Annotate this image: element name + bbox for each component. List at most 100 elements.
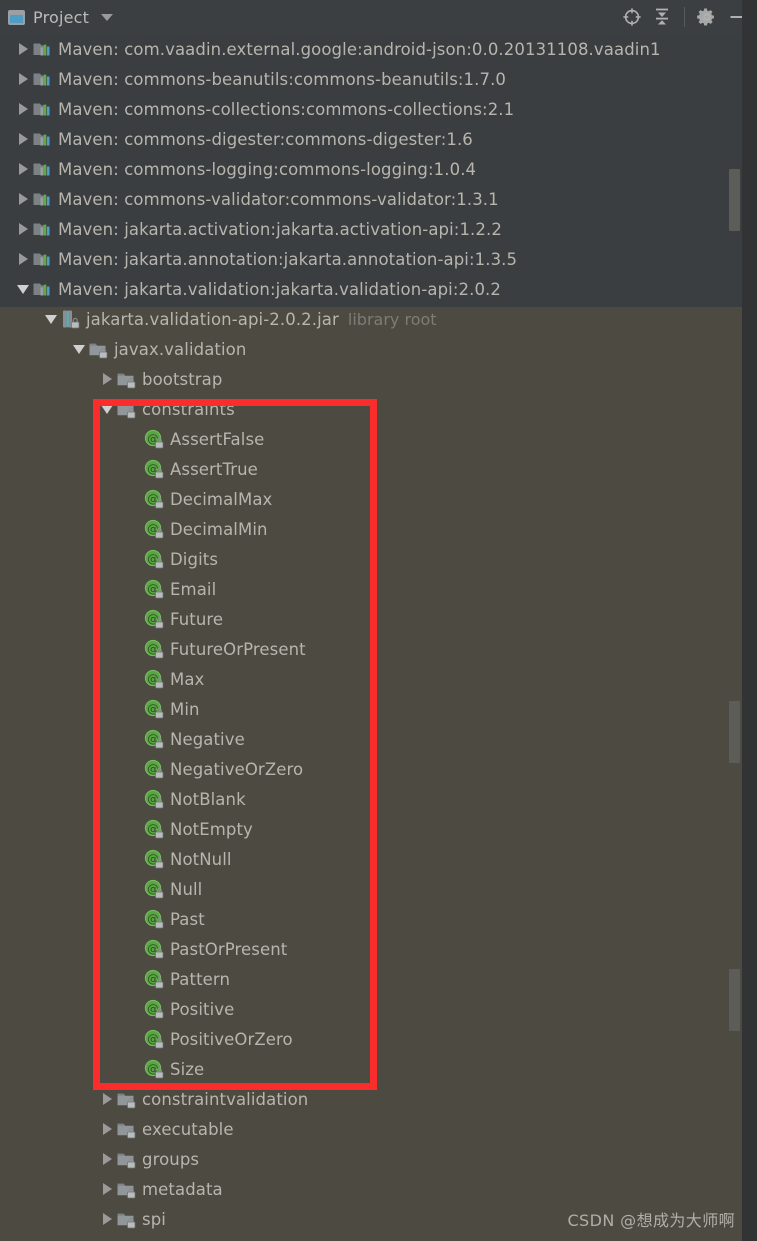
tree-row-label: bootstrap [142,369,223,389]
tree-row[interactable]: @ NegativeOrZero [0,754,742,784]
tree-row-label: Past [170,909,205,929]
tree-row[interactable]: metadata [0,1174,742,1204]
tree-row[interactable]: @ AssertFalse [0,424,742,454]
vertical-scrollbar[interactable] [727,34,742,1241]
chevron-right-icon[interactable] [98,1123,116,1135]
tree-row[interactable]: @ NotBlank [0,784,742,814]
chevron-right-icon[interactable] [14,73,32,85]
tree-row[interactable]: @ NotNull [0,844,742,874]
tree-row[interactable]: @ Negative [0,724,742,754]
tree-row[interactable]: Maven: commons-logging:commons-logging:1… [0,154,742,184]
chevron-right-icon[interactable] [98,1213,116,1225]
tree-row[interactable]: @ PositiveOrZero [0,1024,742,1054]
annotation-class-icon: @ [144,849,164,869]
tree-row[interactable]: constraintvalidation [0,1084,742,1114]
tree-row[interactable]: @ Digits [0,544,742,574]
tree-row[interactable]: @ Pattern [0,964,742,994]
annotation-class-icon: @ [144,579,164,599]
tree-row[interactable]: executable [0,1114,742,1144]
tree-row-label: Maven: jakarta.activation:jakarta.activa… [58,219,502,239]
tree-row[interactable]: Maven: commons-digester:commons-digester… [0,124,742,154]
tree-row[interactable]: bootstrap [0,364,742,394]
tree-row-sublabel: library root [347,309,437,329]
tree-row[interactable]: Maven: commons-validator:commons-validat… [0,184,742,214]
annotation-class-icon: @ [144,459,164,479]
tree-row[interactable]: Maven: commons-beanutils:commons-beanuti… [0,64,742,94]
collapse-all-button[interactable] [648,3,676,31]
scrollbar-thumb[interactable] [729,969,740,1031]
chevron-right-icon[interactable] [14,223,32,235]
annotation-class-icon: @ [144,489,164,509]
tree-row[interactable]: Maven: jakarta.activation:jakarta.activa… [0,214,742,244]
tree-row-label: FutureOrPresent [170,639,306,659]
annotation-class-icon: @ [144,1059,164,1079]
tree-row[interactable]: groups [0,1144,742,1174]
collapse-all-icon [656,8,668,25]
tree-row[interactable]: @ Min [0,694,742,724]
settings-button[interactable] [693,3,721,31]
chevron-right-icon[interactable] [98,1093,116,1105]
gear-icon [697,8,714,26]
tree-row[interactable]: @ DecimalMin [0,514,742,544]
chevron-down-icon[interactable] [101,13,114,21]
tree-row[interactable]: @ Size [0,1054,742,1084]
tree-row[interactable]: @ PastOrPresent [0,934,742,964]
annotation-class-icon: @ [144,969,164,989]
annotation-class-icon: @ [144,999,164,1019]
chevron-right-icon[interactable] [98,1183,116,1195]
tree-row[interactable]: @ AssertTrue [0,454,742,484]
annotation-class-icon: @ [144,1059,164,1079]
maven-dependency-icon [33,253,50,266]
chevron-down-icon[interactable] [42,314,60,324]
annotation-class-icon: @ [144,429,164,449]
tree-row[interactable]: Maven: commons-collections:commons-colle… [0,94,742,124]
annotation-class-icon: @ [144,669,164,689]
tree-row[interactable]: @ Past [0,904,742,934]
tool-window-title-group[interactable]: Project [8,8,114,27]
tree-row[interactable]: @ Positive [0,994,742,1024]
tree-row[interactable]: @ Email [0,574,742,604]
tree-row[interactable]: Maven: jakarta.annotation:jakarta.annota… [0,244,742,274]
chevron-right-icon[interactable] [14,163,32,175]
package-folder-icon [116,1089,136,1109]
package-folder-icon [117,403,136,419]
package-folder-icon [117,373,136,389]
scrollbar-thumb[interactable] [729,701,740,763]
package-folder-icon [117,1123,136,1139]
annotation-class-icon: @ [144,819,164,839]
window-right-gutter [742,0,757,1241]
tree-row[interactable]: @ NotEmpty [0,814,742,844]
scrollbar-thumb[interactable] [729,169,740,231]
tree-row-label: NotEmpty [170,819,253,839]
tree-row[interactable]: @ Future [0,604,742,634]
select-opened-file-button[interactable] [618,3,646,31]
tree-row[interactable]: javax.validation [0,334,742,364]
chevron-right-icon[interactable] [98,1153,116,1165]
tree-row[interactable]: @ Null [0,874,742,904]
chevron-right-icon[interactable] [14,43,32,55]
chevron-right-icon[interactable] [14,103,32,115]
tree-row[interactable]: jakarta.validation-api-2.0.2.jar library … [0,304,742,334]
chevron-right-icon[interactable] [98,373,116,385]
package-folder-icon [116,369,136,389]
chevron-right-icon[interactable] [14,193,32,205]
tree-row[interactable]: constraints [0,394,742,424]
tree-row[interactable]: @ FutureOrPresent [0,634,742,664]
tree-row[interactable]: Maven: jakarta.validation:jakarta.valida… [0,274,742,304]
jar-archive-icon [60,309,80,329]
chevron-down-icon[interactable] [14,284,32,294]
chevron-right-icon[interactable] [14,253,32,265]
chevron-down-icon[interactable] [70,344,88,354]
tree-row[interactable]: @ DecimalMax [0,484,742,514]
project-window-icon [8,9,25,25]
annotation-class-icon: @ [144,729,164,749]
chevron-down-icon[interactable] [98,404,116,414]
tree-row[interactable]: Maven: com.vaadin.external.google:androi… [0,34,742,64]
tree-row-label: spi [142,1209,166,1229]
annotation-class-icon: @ [144,759,164,779]
package-folder-icon [89,343,108,359]
project-tree-scroll-area[interactable]: Maven: com.vaadin.external.google:androi… [0,34,757,1241]
tree-row-label: javax.validation [114,339,247,359]
chevron-right-icon[interactable] [14,133,32,145]
tree-row[interactable]: @ Max [0,664,742,694]
